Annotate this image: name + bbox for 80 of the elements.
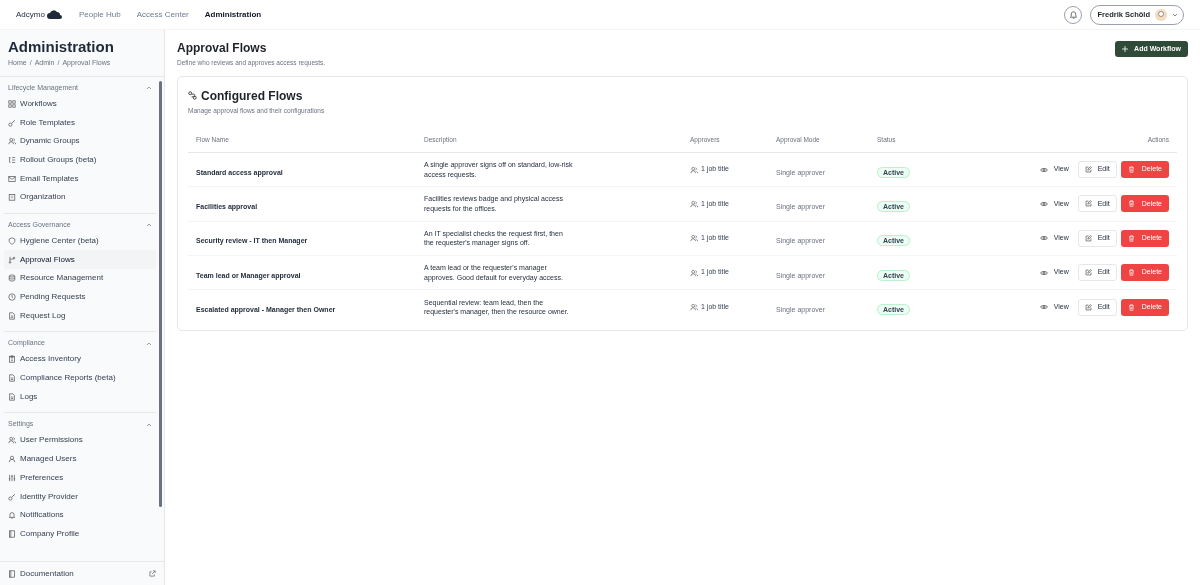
user-icon: [8, 455, 16, 464]
sidebar-item[interactable]: Compliance Reports (beta): [4, 368, 156, 388]
sidebar-item[interactable]: Resource Management: [4, 269, 156, 288]
sidebar-item[interactable]: Request Log: [4, 306, 156, 326]
edit-icon: [1084, 200, 1092, 208]
chevron-up-icon[interactable]: [146, 86, 152, 90]
key-icon: [8, 118, 16, 127]
mail-icon: [8, 174, 16, 183]
nav-link[interactable]: Administration: [204, 8, 262, 21]
chevron-up-icon[interactable]: [146, 223, 152, 228]
trash-icon: [1127, 234, 1135, 242]
cloud-logo-icon: [46, 9, 63, 20]
database-icon: [8, 274, 16, 283]
grid-icon: [8, 99, 16, 108]
bell-icon: [1069, 10, 1078, 19]
edit-icon: [1084, 269, 1092, 277]
edit-icon: [1084, 234, 1092, 242]
users-icon: [8, 436, 16, 445]
list-icon: [8, 155, 16, 164]
page-title: Approval Flows: [177, 40, 268, 56]
chevron-up-icon[interactable]: [146, 422, 152, 427]
file-icon: [8, 392, 16, 401]
chevron-up-icon[interactable]: [146, 341, 152, 346]
sidebar-item[interactable]: Approval Flows: [4, 250, 156, 269]
sidebar-item[interactable]: Logs: [4, 387, 156, 407]
edit-icon: [1084, 166, 1092, 174]
users-icon: [690, 165, 698, 174]
sidebar-item[interactable]: Pending Requests: [4, 287, 156, 307]
file-icon: [8, 311, 16, 320]
building-icon: [8, 193, 16, 202]
book-icon: [8, 529, 16, 538]
eye-icon: [1039, 304, 1048, 311]
shield-icon: [8, 236, 16, 245]
trash-icon: [1127, 166, 1135, 174]
chevron-down-icon: [1172, 12, 1178, 17]
sidebar-item[interactable]: Identity Provider: [4, 487, 156, 506]
users-icon: [8, 137, 16, 146]
eye-icon: [1039, 166, 1048, 173]
sidebar-item[interactable]: Rollout Groups (beta): [4, 150, 156, 170]
sidebar-item[interactable]: Role Templates: [4, 113, 156, 132]
trash-icon: [1127, 200, 1135, 208]
sidebar-item[interactable]: User Permissions: [4, 431, 156, 450]
sidebar-title: Administration: [8, 37, 115, 56]
key-icon: [8, 492, 16, 501]
avatar-icon: [1155, 8, 1167, 21]
sidebar-item[interactable]: Dynamic Groups: [4, 131, 156, 151]
book-icon: [8, 569, 16, 578]
sidebar-item[interactable]: Access Inventory: [4, 350, 156, 369]
clock-icon: [8, 293, 16, 302]
nav-link[interactable]: Access Center: [136, 8, 189, 21]
bell-icon: [8, 511, 16, 520]
branch-icon: [8, 255, 16, 264]
external-link-icon: [149, 570, 156, 577]
sliders-icon: [8, 473, 16, 482]
sidebar-item[interactable]: Email Templates: [4, 169, 156, 188]
users-icon: [690, 234, 698, 243]
documentation-link[interactable]: Documentation: [8, 567, 149, 580]
sidebar-item[interactable]: Organization: [4, 187, 156, 207]
eye-icon: [1039, 269, 1048, 276]
eye-icon: [1039, 200, 1048, 207]
sidebar-item[interactable]: Preferences: [4, 468, 156, 488]
users-icon: [690, 303, 698, 312]
edit-icon: [1084, 303, 1092, 311]
file-icon: [8, 374, 16, 383]
sidebar-item[interactable]: Notifications: [4, 505, 156, 525]
trash-icon: [1127, 303, 1135, 311]
sidebar-item[interactable]: Hygiene Center (beta): [4, 231, 156, 251]
card-title: Configured Flows: [201, 87, 303, 105]
logo-text: Adcymo: [16, 8, 45, 21]
trash-icon: [1127, 269, 1135, 277]
eye-icon: [1039, 235, 1048, 242]
nav-link[interactable]: People Hub: [78, 8, 121, 21]
sidebar-item[interactable]: Managed Users: [4, 449, 156, 469]
plus-icon: [1122, 46, 1129, 52]
users-icon: [690, 199, 698, 208]
users-icon: [690, 268, 698, 277]
route-icon: [188, 91, 197, 101]
clipboard-icon: [8, 355, 16, 364]
sidebar-item[interactable]: Workflows: [4, 94, 156, 114]
sidebar-item[interactable]: Company Profile: [4, 524, 156, 544]
